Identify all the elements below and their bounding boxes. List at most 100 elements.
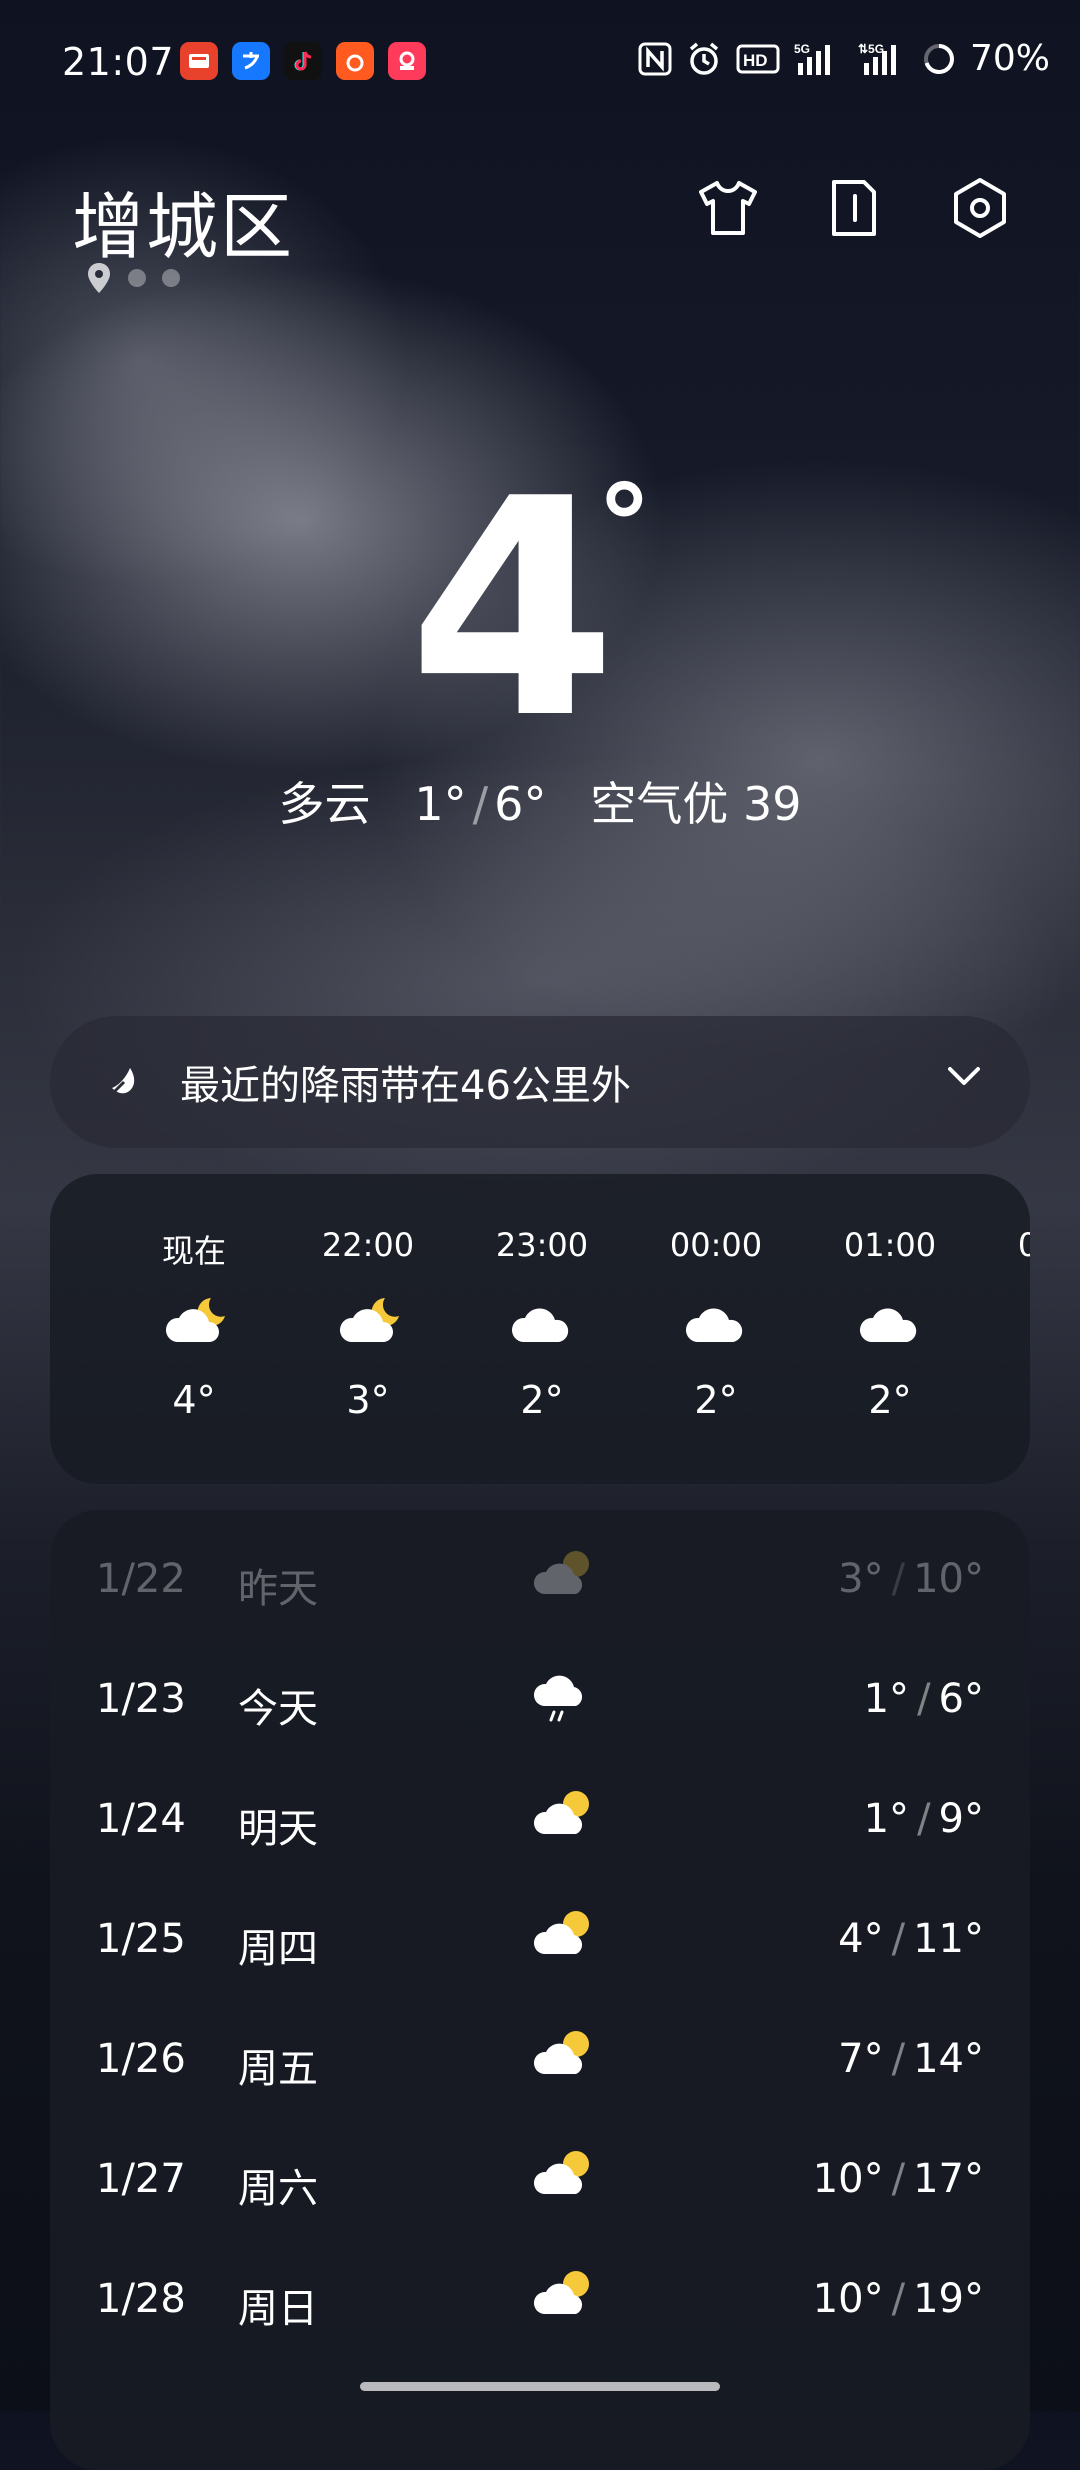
page-dot [162, 269, 180, 287]
current-low: 1° [414, 777, 467, 831]
daily-date: 1/22 [96, 1556, 186, 1602]
rain-icon [533, 1675, 583, 1722]
partly-cloudy-day-icon [533, 2151, 589, 2194]
daily-temp-range: 10°/19° [813, 2276, 984, 2322]
daily-row[interactable]: 1/27 周六 10°/17° [50, 2120, 1030, 2240]
daily-report-button[interactable] [822, 176, 886, 240]
status-time: 21:07 [62, 40, 175, 84]
current-high: 6° [494, 777, 547, 831]
rain-banner-text: 最近的降雨带在46公里外 [180, 1063, 631, 1109]
nfc-icon [638, 42, 672, 75]
douyin-icon [284, 42, 322, 80]
daily-row[interactable]: 1/23 今天 1°/6° [50, 1640, 1030, 1760]
daily-date: 1/25 [96, 1916, 186, 1962]
current-temp-value: 4 [408, 435, 617, 784]
daily-date: 1/27 [96, 2156, 186, 2202]
partly-cloudy-day-icon [533, 1911, 589, 1954]
pink-app-icon [388, 42, 426, 80]
city-name[interactable]: 增城区 [72, 168, 294, 273]
daily-high: 11° [913, 1916, 984, 1962]
svg-text:5G: 5G [794, 42, 810, 56]
daily-weekday: 周四 [238, 1926, 318, 1972]
battery-percent: 70% [969, 38, 1050, 79]
rain-radar-icon [108, 1068, 135, 1098]
daily-row[interactable]: 1/22 昨天 3°/10° [50, 1520, 1030, 1640]
daily-high: 6° [938, 1676, 984, 1722]
rain-banner[interactable]: 最近的降雨带在46公里外 [50, 1016, 1030, 1148]
document-icon [832, 180, 876, 236]
chevron-down-icon[interactable] [946, 1064, 982, 1088]
daily-low: 1° [863, 1796, 910, 1842]
daily-low: 7° [838, 2036, 884, 2082]
page-dot [128, 269, 146, 287]
daily-temp-range: 7°/14° [838, 2036, 984, 2082]
svg-text:HD: HD [743, 51, 768, 70]
hour-label: 现在 [161, 1232, 226, 1270]
daily-row[interactable]: 1/28 周日 10°/19° [50, 2240, 1030, 2360]
daily-high: 14° [913, 2036, 984, 2082]
daily-temp-range: 1°/6° [864, 1676, 984, 1722]
daily-high: 10° [913, 1556, 984, 1602]
location-pager[interactable] [86, 262, 180, 294]
home-indicator[interactable] [360, 2382, 720, 2391]
current-summary: 多云 1°/6° 空气优 39 [0, 768, 1080, 834]
temp-separator: / [891, 2156, 906, 2202]
daily-date: 1/24 [96, 1796, 186, 1842]
daily-forecast[interactable]: 1/22 昨天 3°/10° 1/23 今天 1°/6° 1/24 明天 1° /… [50, 1510, 1030, 2470]
hour-temp: 3° [346, 1378, 390, 1422]
hd-voice-icon: HD [736, 44, 780, 73]
daily-row[interactable]: 1/26 周五 7°/14° [50, 2000, 1030, 2120]
partly-cloudy-day-icon [533, 1791, 589, 1834]
daily-low: 1° [863, 1676, 910, 1722]
daily-temp-range: 1°/9° [864, 1796, 984, 1842]
hourly-forecast[interactable]: 现在 4° 22:00 3° 23:00 2° 00:00 2° 01:00 2… [50, 1174, 1030, 1484]
daily-row[interactable]: 1/24 明天 1°/9° [50, 1760, 1030, 1880]
current-condition: 多云 [278, 777, 371, 831]
signal-5g-1-icon: 5G [794, 42, 830, 75]
notification-app-icons [180, 42, 426, 80]
cloud-icon [685, 1308, 743, 1342]
temp-separator: / [917, 1796, 931, 1842]
hour-label: 22:00 [321, 1226, 415, 1264]
cloud-icon [1029, 1292, 1030, 1352]
daily-low: 3° [838, 1556, 884, 1602]
daily-weekday: 明天 [238, 1806, 318, 1852]
tshirt-icon [699, 181, 757, 235]
degree-symbol: ° [596, 461, 652, 589]
partly-cloudy-night-icon [339, 1298, 399, 1342]
air-quality[interactable]: 空气优 39 [590, 777, 801, 831]
system-indicators: HD 5G ⇅5G 70% [638, 38, 1050, 79]
hour-temp: 4° [172, 1378, 216, 1422]
daily-date: 1/23 [96, 1676, 186, 1722]
daily-weekday: 昨天 [238, 1566, 318, 1612]
daily-high: 19° [913, 2276, 984, 2322]
temp-separator: / [917, 1676, 931, 1722]
daily-weekday: 周六 [238, 2166, 318, 2212]
temp-separator: / [472, 777, 489, 831]
settings-button[interactable] [948, 176, 1012, 240]
partly-cloudy-day-icon [533, 2271, 589, 2314]
outfit-button[interactable] [696, 176, 760, 240]
daily-temp-range: 4°/11° [838, 1916, 984, 1962]
alarm-icon [689, 42, 719, 75]
status-bar: 21:07 HD 5G ⇅5G 70% [0, 0, 1080, 120]
toutiao-icon [180, 42, 218, 80]
hour-temp: 2° [868, 1378, 912, 1422]
daily-date: 1/28 [96, 2276, 186, 2322]
hour-temp: 2° [977, 1378, 1030, 1422]
daily-temp-range: 10°/17° [813, 2156, 984, 2202]
battery-ring-icon [923, 43, 954, 74]
cloud-icon [511, 1308, 569, 1342]
daily-weekday: 周日 [238, 2286, 318, 2332]
daily-temp-range: 3°/10° [838, 1556, 984, 1602]
hour-label: 01:00 [843, 1226, 937, 1264]
partly-cloudy-day-icon [533, 2031, 589, 2074]
cloud-icon [859, 1308, 917, 1342]
partly-cloudy-day-icon [533, 1551, 589, 1594]
daily-high: 9° [938, 1796, 984, 1842]
hour-label: 23:00 [495, 1226, 589, 1264]
daily-row[interactable]: 1/25 周四 4°/11° [50, 1880, 1030, 2000]
hour-label: 02:00 [1017, 1226, 1030, 1264]
hour-temp: 2° [694, 1378, 738, 1422]
location-pin-icon [88, 263, 110, 293]
